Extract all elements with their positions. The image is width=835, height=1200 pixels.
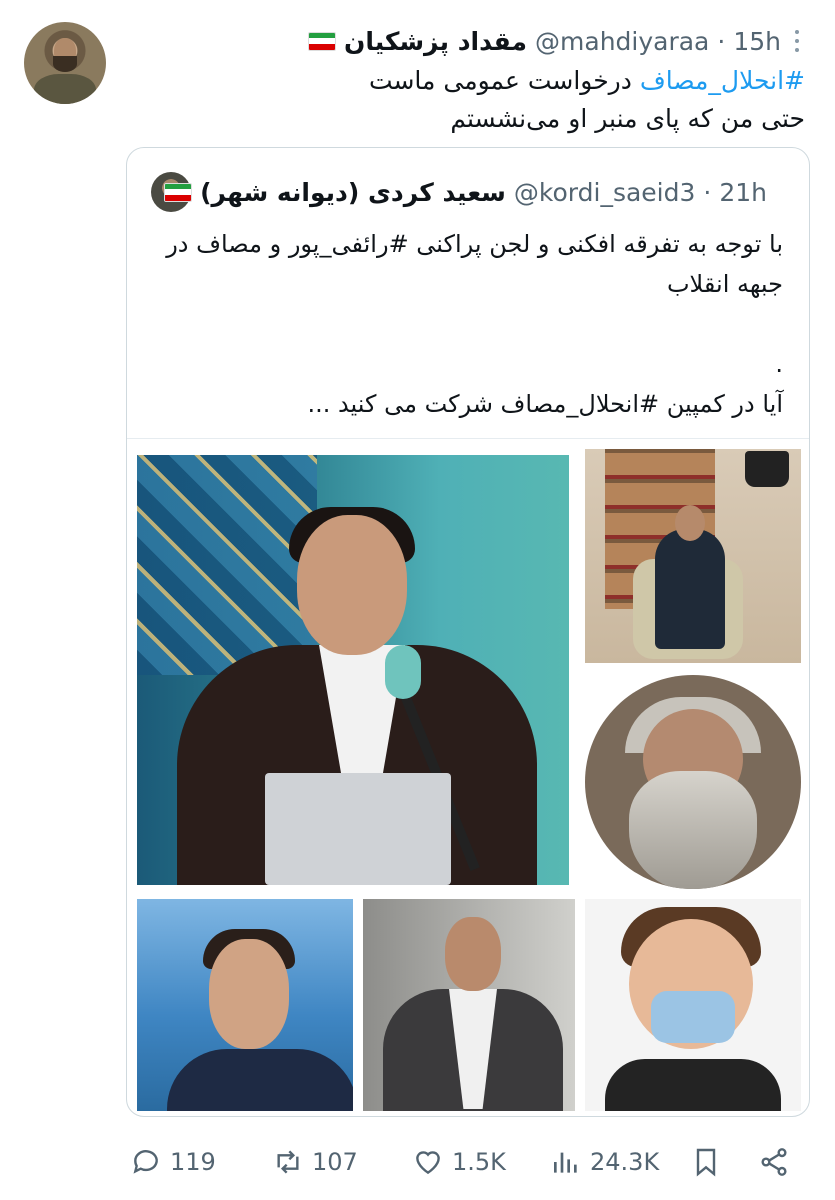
tweet-text-line2: حتی من که پای منبر او می‌نشستم <box>450 104 805 133</box>
author-handle[interactable]: @mahdiyaraa <box>535 27 709 56</box>
retweet-icon <box>277 1150 299 1174</box>
heart-icon <box>416 1151 440 1175</box>
retweet-button[interactable]: 107 <box>272 1140 358 1184</box>
like-button[interactable]: 1.5K <box>412 1140 506 1184</box>
man-in-suit-photo[interactable] <box>363 899 575 1111</box>
dot-separator: · <box>717 26 726 56</box>
tweet-header: مقداد پزشکیان @mahdiyaraa · 15h <box>308 24 781 58</box>
tweet[interactable]: مقداد پزشکیان @mahdiyaraa · 15h #انحلال_… <box>0 0 835 1200</box>
bearded-man-portrait[interactable] <box>585 675 801 889</box>
dot-separator: · <box>703 177 712 207</box>
quoted-tweet[interactable]: سعید کردی (دیوانه شهر) @kordi_saeid3 · 2… <box>126 147 810 1117</box>
speaker-photo[interactable] <box>137 455 569 885</box>
more-options-icon[interactable] <box>789 30 805 52</box>
iran-flag-icon <box>308 31 336 51</box>
author-avatar[interactable] <box>24 22 106 104</box>
tweet-time[interactable]: 15h <box>733 27 781 56</box>
quoted-tweet-header: سعید کردی (دیوانه شهر) @kordi_saeid3 · 2… <box>164 174 767 210</box>
quoted-author-handle[interactable]: @kordi_saeid3 <box>514 178 695 207</box>
tweet-text: #انحلال_مصاف درخواست عمومی ماست حتی من ک… <box>115 62 805 138</box>
share-icon <box>761 1148 787 1176</box>
author-name[interactable]: مقداد پزشکیان <box>344 27 527 56</box>
quoted-tweet-time[interactable]: 21h <box>719 178 767 207</box>
bookmark-icon <box>696 1148 716 1177</box>
reply-icon <box>133 1150 158 1174</box>
action-bar: 119 107 1.5K 24.3K <box>0 1140 835 1184</box>
retweet-count: 107 <box>312 1148 358 1176</box>
bookmark-button[interactable] <box>690 1140 722 1184</box>
share-button[interactable] <box>758 1140 790 1184</box>
reading-room-photo[interactable] <box>585 449 801 663</box>
child-with-mask-photo[interactable] <box>585 899 801 1111</box>
like-count: 1.5K <box>452 1148 506 1176</box>
views-button[interactable]: 24.3K <box>550 1140 659 1184</box>
reply-button[interactable]: 119 <box>130 1140 216 1184</box>
young-man-photo[interactable] <box>137 899 353 1111</box>
image-gallery <box>127 438 809 1116</box>
tweet-text-line1: درخواست عمومی ماست <box>368 66 640 95</box>
views-chart-icon <box>554 1152 577 1173</box>
views-count: 24.3K <box>590 1148 660 1176</box>
quoted-author-name[interactable]: سعید کردی (دیوانه شهر) <box>200 178 506 207</box>
reply-count: 119 <box>170 1148 216 1176</box>
hashtag-link[interactable]: #انحلال_مصاف <box>640 66 805 95</box>
iran-flag-icon <box>164 182 193 202</box>
